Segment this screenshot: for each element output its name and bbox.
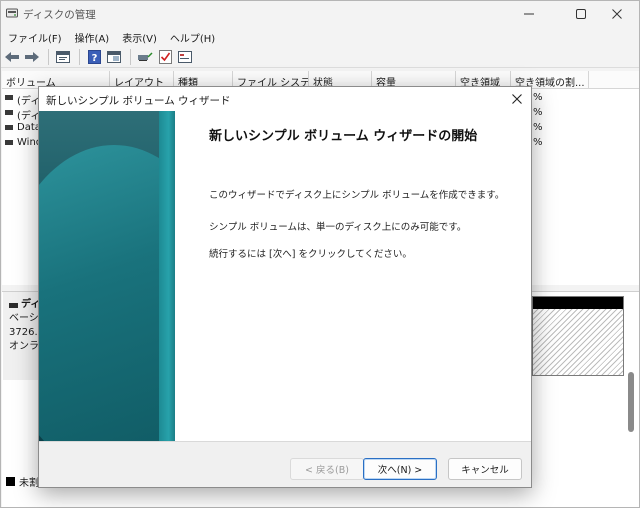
minimize-button[interactable] <box>507 3 551 25</box>
wizard-banner-image <box>39 111 175 441</box>
dialog-title: 新しいシンプル ボリューム ウィザード <box>46 95 231 107</box>
new-simple-volume-wizard: 新しいシンプル ボリューム ウィザード 新しいシンプル ボリューム ウィザードの… <box>38 86 532 488</box>
toolbar-separator <box>48 48 49 65</box>
partition-hatch <box>533 309 623 375</box>
toolbar-separator <box>79 48 80 65</box>
partition-header <box>533 297 623 309</box>
menu-file[interactable]: ファイル(F) <box>1 28 68 46</box>
volume-icon <box>5 125 13 130</box>
svg-text:?: ? <box>91 53 97 64</box>
connect-disk-icon[interactable] <box>136 48 154 66</box>
console-icon[interactable] <box>105 48 123 66</box>
legend-unallocated-label: 未割 <box>19 478 39 489</box>
check-icon[interactable] <box>156 48 174 66</box>
banner-edge <box>159 111 175 441</box>
forward-icon[interactable] <box>23 48 41 66</box>
cancel-button[interactable]: キャンセル <box>448 458 522 480</box>
volume-free-percent: % <box>533 92 543 103</box>
volume-free-percent: % <box>533 107 543 118</box>
wizard-description: このウィザードでディスク上にシンプル ボリュームを作成できます。 <box>209 190 505 201</box>
wizard-heading: 新しいシンプル ボリューム ウィザードの開始 <box>209 129 478 144</box>
minimize-icon <box>524 13 534 15</box>
title-bar: ディスクの管理 <box>1 1 639 27</box>
legend-swatch <box>6 477 15 486</box>
back-icon[interactable] <box>3 48 21 66</box>
window-title: ディスクの管理 <box>23 9 96 21</box>
dialog-title-bar: 新しいシンプル ボリューム ウィザード <box>39 87 531 111</box>
menu-action[interactable]: 操作(A) <box>68 28 116 46</box>
close-icon <box>512 94 522 104</box>
menu-bar: ファイル(F) 操作(A) 表示(V) ヘルプ(H) <box>1 28 639 46</box>
disk-icon <box>9 302 18 308</box>
maximize-icon <box>576 9 586 19</box>
wizard-note: シンプル ボリュームは、単一のディスク上にのみ可能です。 <box>209 222 467 233</box>
partition-block[interactable] <box>532 296 624 376</box>
volume-icon <box>5 140 13 145</box>
close-icon <box>612 9 622 19</box>
next-button[interactable]: 次へ(N) > <box>363 458 437 480</box>
disk-management-app-icon <box>6 7 18 19</box>
menu-view[interactable]: 表示(V) <box>115 28 163 46</box>
back-button[interactable]: < 戻る(B) <box>290 458 364 480</box>
disk-map-scrollbar[interactable] <box>628 372 634 432</box>
volume-free-percent: % <box>533 137 543 148</box>
menu-help[interactable]: ヘルプ(H) <box>163 28 221 46</box>
toolbar-separator <box>130 48 131 65</box>
volume-free-percent: % <box>533 122 543 133</box>
settings-icon[interactable] <box>176 48 194 66</box>
volume-name: (ディ <box>17 96 41 107</box>
close-button[interactable] <box>595 3 639 25</box>
dialog-close-button[interactable] <box>509 91 525 107</box>
volume-name: (ディ <box>17 111 41 122</box>
help-icon[interactable]: ? <box>85 48 103 66</box>
volume-icon <box>5 110 13 115</box>
legend-unallocated: 未割 <box>6 474 39 489</box>
banner-gloss <box>39 145 175 441</box>
properties-icon[interactable] <box>54 48 72 66</box>
volume-icon <box>5 95 13 100</box>
wizard-instruction: 続行するには [次へ] をクリックしてください。 <box>209 249 412 260</box>
dialog-footer: < 戻る(B) 次へ(N) > キャンセル <box>39 441 531 487</box>
toolbar: ? <box>1 46 639 68</box>
